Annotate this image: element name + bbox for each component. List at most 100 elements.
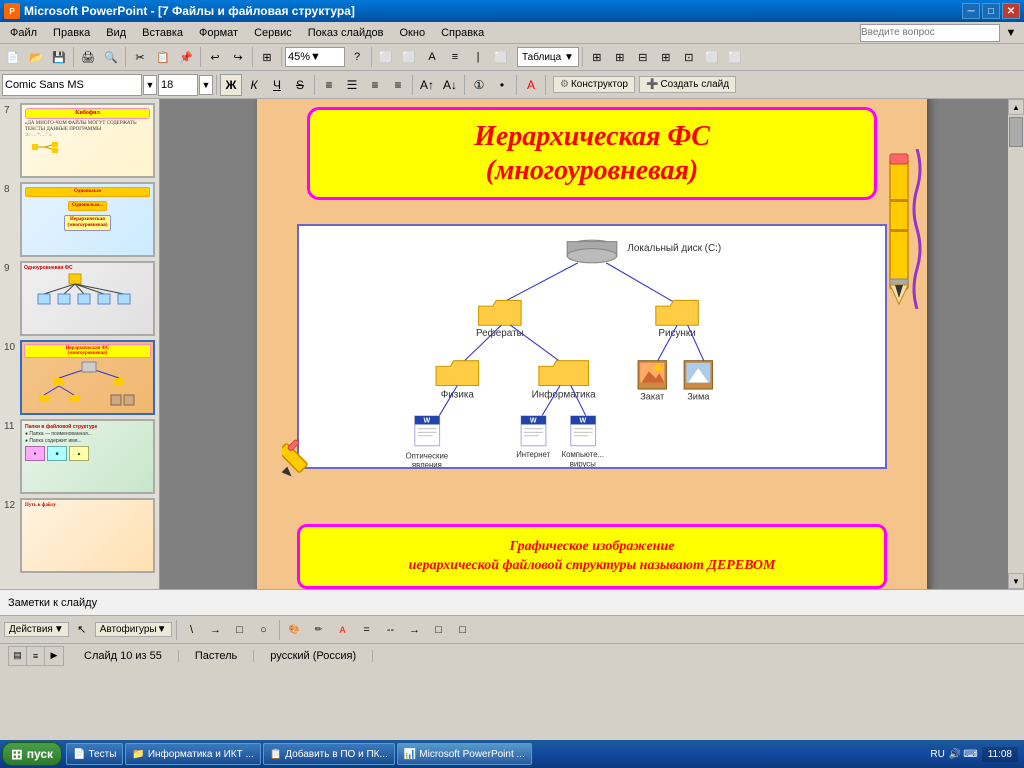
copy-button[interactable]: 📋 bbox=[152, 46, 174, 68]
scroll-thumb[interactable] bbox=[1009, 117, 1023, 147]
start-button[interactable]: ⊞ пуск bbox=[2, 742, 62, 766]
constructor-button[interactable]: ⚙ Конструктор bbox=[553, 76, 635, 93]
line-tool[interactable]: \ bbox=[181, 619, 203, 641]
menu-format[interactable]: Формат bbox=[191, 25, 246, 41]
font-dropdown-arrow[interactable]: ▼ bbox=[143, 75, 157, 95]
taskbar-item-tests[interactable]: 📄 Тесты bbox=[66, 743, 123, 765]
menu-view[interactable]: Вид bbox=[98, 25, 134, 41]
menu-insert[interactable]: Вставка bbox=[134, 25, 191, 41]
slide-image-7[interactable]: Кибофил «ДА МНОГО-ЧОМ ФАЙЛЫ МОГУТ СОДЕРЖ… bbox=[20, 103, 155, 178]
slide-thumb-10[interactable]: 10 Иерархическая ФС(многоуровневая) bbox=[4, 340, 155, 415]
table-btn-1[interactable]: ⊞ bbox=[586, 46, 608, 68]
shadow-btn[interactable]: □ bbox=[428, 619, 450, 641]
slide-thumb-12[interactable]: 12 Путь к файлу bbox=[4, 498, 155, 573]
undo-button[interactable]: ↩ bbox=[204, 46, 226, 68]
help-button[interactable]: ? bbox=[346, 46, 368, 68]
table-dropdown[interactable]: Таблица ▼ bbox=[517, 47, 579, 67]
actions-dropdown[interactable]: Действия▼ bbox=[4, 622, 69, 637]
outline-view-btn[interactable]: ≡ bbox=[27, 647, 45, 665]
normal-view-btn[interactable]: ▤ bbox=[9, 647, 27, 665]
slide-thumb-7[interactable]: 7 Кибофил «ДА МНОГО-ЧОМ ФАЙЛЫ МОГУТ СОДЕ… bbox=[4, 103, 155, 178]
menu-service[interactable]: Сервис bbox=[246, 25, 300, 41]
slide-image-12[interactable]: Путь к файлу bbox=[20, 498, 155, 573]
slide-image-9[interactable]: Одноуровневая ФС bbox=[20, 261, 155, 336]
fill-color-btn[interactable]: 🎨 bbox=[284, 619, 306, 641]
table-btn-5[interactable]: ⊡ bbox=[678, 46, 700, 68]
table-btn-6[interactable]: ⬜ bbox=[701, 46, 723, 68]
align-center-button[interactable]: ☰ bbox=[341, 74, 363, 96]
line-color-btn[interactable]: ✏ bbox=[308, 619, 330, 641]
draw-tool-4[interactable]: ≡ bbox=[444, 46, 466, 68]
menu-window[interactable]: Окно bbox=[392, 25, 434, 41]
scroll-down-button[interactable]: ▼ bbox=[1008, 573, 1024, 589]
dash-style-btn[interactable]: -- bbox=[380, 619, 402, 641]
numbering-button[interactable]: ① bbox=[468, 74, 490, 96]
help-search-button[interactable]: ▼ bbox=[1000, 22, 1022, 44]
print-button[interactable]: 🖨 bbox=[77, 46, 99, 68]
oval-tool[interactable]: ○ bbox=[253, 619, 275, 641]
font-color-btn2[interactable]: A bbox=[332, 619, 354, 641]
table-btn-7[interactable]: ⬜ bbox=[724, 46, 746, 68]
menu-edit[interactable]: Правка bbox=[45, 25, 98, 41]
minimize-button[interactable]: ─ bbox=[962, 3, 980, 19]
slide-image-10[interactable]: Иерархическая ФС(многоуровневая) bbox=[20, 340, 155, 415]
bullets-button[interactable]: • bbox=[491, 74, 513, 96]
draw-tool-3[interactable]: A bbox=[421, 46, 443, 68]
menu-file[interactable]: Файл bbox=[2, 25, 45, 41]
save-button[interactable]: 💾 bbox=[48, 46, 70, 68]
font-size-input[interactable] bbox=[158, 74, 198, 96]
rect-tool[interactable]: □ bbox=[229, 619, 251, 641]
cut-button[interactable]: ✂ bbox=[129, 46, 151, 68]
close-button[interactable]: ✕ bbox=[1002, 3, 1020, 19]
3d-btn[interactable]: □ bbox=[452, 619, 474, 641]
paste-button[interactable]: 📌 bbox=[175, 46, 197, 68]
align-left-button[interactable]: ≡ bbox=[318, 74, 340, 96]
line-style-btn[interactable]: = bbox=[356, 619, 378, 641]
vertical-scrollbar[interactable]: ▲ ▼ bbox=[1008, 99, 1024, 589]
slide-thumb-8[interactable]: 8 Однопользо Однопользо... Иерархическая… bbox=[4, 182, 155, 257]
zoom-dropdown[interactable]: 45%▼ bbox=[285, 47, 345, 67]
slide-thumb-11[interactable]: 11 Папки в файловой структуре ● Папка — … bbox=[4, 419, 155, 494]
open-button[interactable]: 📂 bbox=[25, 46, 47, 68]
arrow-style-btn[interactable]: → bbox=[404, 619, 426, 641]
taskbar-item-dobavit[interactable]: 📋 Добавить в ПО и ПК... bbox=[263, 743, 395, 765]
redo-button[interactable]: ↪ bbox=[227, 46, 249, 68]
increase-font-button[interactable]: A↑ bbox=[416, 74, 438, 96]
font-select[interactable] bbox=[2, 74, 142, 96]
taskbar-item-powerpoint[interactable]: 📊 Microsoft PowerPoint ... bbox=[397, 743, 532, 765]
draw-tool-5[interactable]: | bbox=[467, 46, 489, 68]
new-button[interactable]: 📄 bbox=[2, 46, 24, 68]
table-btn-3[interactable]: ⊟ bbox=[632, 46, 654, 68]
justify-button[interactable]: ≡ bbox=[387, 74, 409, 96]
menu-help[interactable]: Справка bbox=[433, 25, 492, 41]
draw-tool-6[interactable]: ⬜ bbox=[490, 46, 512, 68]
font-color-button[interactable]: A bbox=[520, 74, 542, 96]
scroll-up-button[interactable]: ▲ bbox=[1008, 99, 1024, 115]
strikethrough-button[interactable]: S bbox=[289, 74, 311, 96]
align-right-button[interactable]: ≡ bbox=[364, 74, 386, 96]
print-preview-button[interactable]: 🔍 bbox=[100, 46, 122, 68]
arrow-tool[interactable]: → bbox=[205, 619, 227, 641]
slide-image-8[interactable]: Однопользо Однопользо... Иерархическая(м… bbox=[20, 182, 155, 257]
menu-slideshow[interactable]: Показ слайдов bbox=[300, 25, 392, 41]
draw-pointer[interactable]: ↖ bbox=[71, 619, 93, 641]
italic-button[interactable]: К bbox=[243, 74, 265, 96]
scroll-track[interactable] bbox=[1008, 115, 1024, 573]
slideshow-view-btn[interactable]: ▶ bbox=[45, 647, 63, 665]
table-btn-2[interactable]: ⊞ bbox=[609, 46, 631, 68]
autoshapes-dropdown[interactable]: Автофигуры▼ bbox=[95, 622, 172, 637]
underline-button[interactable]: Ч bbox=[266, 74, 288, 96]
size-dropdown-arrow[interactable]: ▼ bbox=[199, 75, 213, 95]
decrease-font-button[interactable]: A↓ bbox=[439, 74, 461, 96]
create-slide-button[interactable]: ➕ Создать слайд bbox=[639, 76, 736, 93]
slide-image-11[interactable]: Папки в файловой структуре ● Папка — пои… bbox=[20, 419, 155, 494]
insert-table-button[interactable]: ⊞ bbox=[256, 46, 278, 68]
table-btn-4[interactable]: ⊞ bbox=[655, 46, 677, 68]
maximize-button[interactable]: □ bbox=[982, 3, 1000, 19]
slide-thumb-9[interactable]: 9 Одноуровневая ФС bbox=[4, 261, 155, 336]
taskbar-item-informatica[interactable]: 📁 Информатика и ИКТ ... bbox=[125, 743, 260, 765]
draw-tool-1[interactable]: ⬜ bbox=[375, 46, 397, 68]
help-search-input[interactable] bbox=[860, 24, 1000, 42]
draw-tool-2[interactable]: ⬜ bbox=[398, 46, 420, 68]
bold-button[interactable]: Ж bbox=[220, 74, 242, 96]
